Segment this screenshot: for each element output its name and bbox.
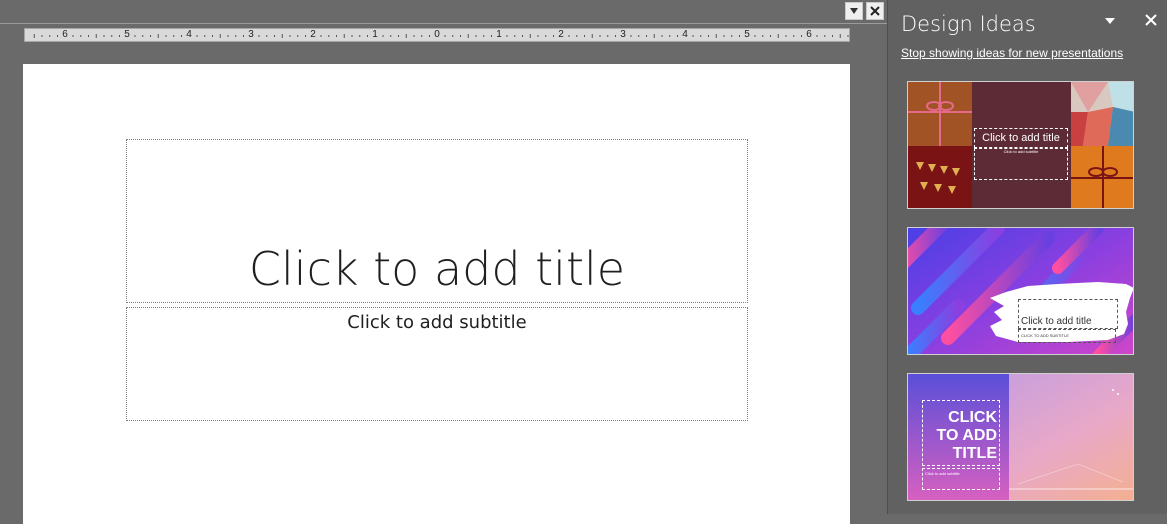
close-icon — [1145, 14, 1157, 26]
chevron-down-icon — [1105, 18, 1115, 24]
design-ideas-pane: Design Ideas Stop showing ideas for new … — [887, 0, 1167, 514]
design-idea-thumbnail[interactable]: Click to add title Click to add subtitle — [907, 81, 1134, 209]
idea-title-text: CLICK TO ADD TITLE — [936, 409, 997, 462]
ruler-label: 2 — [558, 29, 564, 40]
ruler-label: 4 — [682, 29, 688, 40]
title-placeholder-text: Click to add title — [248, 242, 626, 296]
pane-options-button[interactable] — [1103, 14, 1117, 28]
slide-editor-area: 6 5 4 3 2 1 0 1 2 3 4 5 6 Click to add title Click t… — [0, 0, 887, 524]
ruler-label: 5 — [124, 29, 130, 40]
idea-title-text: Click to add title — [982, 132, 1060, 144]
window-dropdown-button[interactable] — [845, 2, 863, 20]
ruler-label: 3 — [248, 29, 254, 40]
idea-title-text: Click to add title — [1021, 316, 1092, 327]
subtitle-placeholder[interactable]: Click to add subtitle — [126, 307, 748, 421]
idea-subtitle-box: Click to add subtitle — [922, 468, 1000, 490]
design-idea-thumbnail[interactable]: Click to add title CLICK TO ADD SUBTITLE — [907, 227, 1134, 355]
idea-subtitle-box: CLICK TO ADD SUBTITLE — [1018, 329, 1116, 343]
ruler-label: 2 — [310, 29, 316, 40]
ruler-label: 6 — [62, 29, 68, 40]
design-idea-thumbnail[interactable]: CLICK TO ADD TITLE Click to add subtitle — [907, 373, 1134, 501]
idea-subtitle-box: Click to add subtitle — [974, 148, 1068, 180]
chevron-down-icon — [850, 8, 858, 14]
stop-showing-ideas-link[interactable]: Stop showing ideas for new presentations — [901, 46, 1123, 60]
divider — [0, 23, 887, 24]
title-placeholder[interactable]: Click to add title — [126, 139, 748, 303]
idea-title-box: CLICK TO ADD TITLE — [922, 400, 1000, 466]
slide-canvas[interactable]: Click to add title Click to add subtitle — [23, 64, 850, 524]
close-icon — [870, 6, 880, 16]
ruler-label: 5 — [744, 29, 750, 40]
idea-subtitle-text: CLICK TO ADD SUBTITLE — [1021, 333, 1069, 338]
idea-subtitle-text: Click to add subtitle — [925, 471, 960, 476]
idea-title-box: Click to add title — [974, 128, 1068, 148]
ruler-label: 1 — [496, 29, 502, 40]
ruler-label: 6 — [806, 29, 812, 40]
idea-title-box: Click to add title — [1018, 299, 1118, 329]
ruler-label: 1 — [372, 29, 378, 40]
ruler-label: 4 — [186, 29, 192, 40]
window-close-button[interactable] — [866, 2, 884, 20]
idea-subtitle-text: Click to add subtitle — [1003, 149, 1039, 154]
ruler-label: 3 — [620, 29, 626, 40]
ruler-label: 0 — [434, 29, 440, 40]
pane-close-button[interactable] — [1143, 12, 1159, 28]
pane-title: Design Ideas — [901, 12, 1036, 36]
horizontal-ruler[interactable]: 6 5 4 3 2 1 0 1 2 3 4 5 6 — [24, 28, 850, 42]
subtitle-placeholder-text: Click to add subtitle — [347, 312, 527, 333]
